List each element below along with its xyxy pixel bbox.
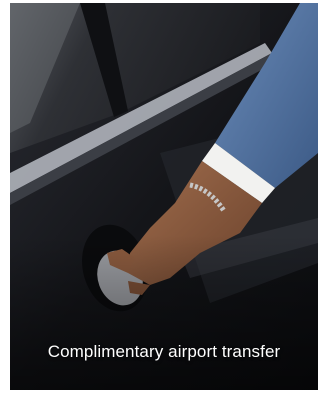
promo-card[interactable]: Complimentary airport transfer <box>10 3 318 390</box>
car-door-photo <box>10 3 318 390</box>
caption-shade <box>10 3 318 390</box>
card-caption: Complimentary airport transfer <box>47 342 281 361</box>
